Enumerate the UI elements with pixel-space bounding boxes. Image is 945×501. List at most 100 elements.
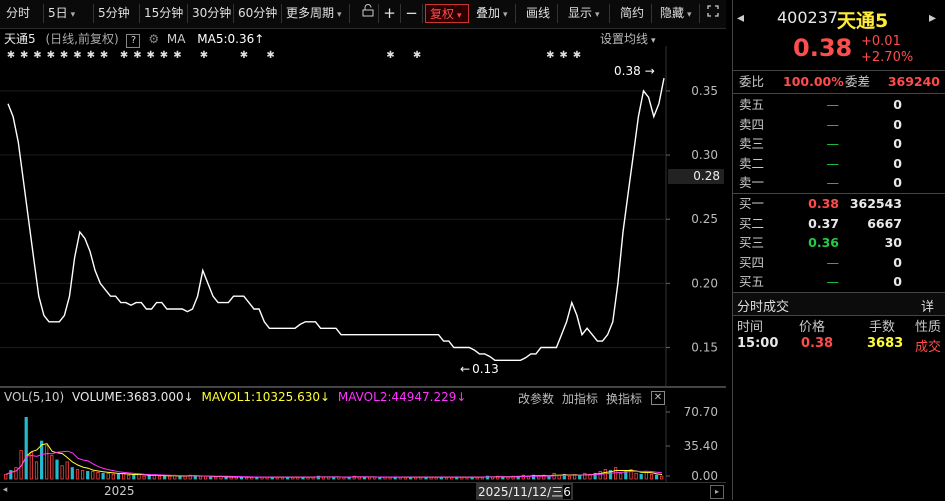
volume-bar	[75, 469, 80, 480]
bid-row[interactable]: 买四 — 0	[733, 253, 945, 273]
draw-line-button[interactable]: 画线	[522, 4, 558, 23]
volume-bar	[660, 475, 664, 480]
settings-gear-icon[interactable]: ⚙	[148, 32, 159, 46]
ask-row[interactable]: 卖五 — 0	[733, 95, 945, 115]
scroll-left-icon[interactable]: ◂	[0, 485, 10, 495]
tab-30min[interactable]: 30分钟	[188, 4, 234, 23]
zoom-out-icon[interactable]: −	[401, 4, 423, 23]
volume-bar	[583, 472, 587, 480]
zoom-in-icon[interactable]: +	[379, 4, 401, 23]
fullscreen-icon[interactable]	[703, 4, 723, 23]
tab-more-periods[interactable]: 更多周期 ▾	[282, 4, 350, 23]
xaxis-year-label: 2025	[104, 484, 135, 498]
ma5-arrow: ↑	[254, 32, 265, 46]
ask-volume: 0	[893, 175, 902, 191]
unlock-icon[interactable]	[357, 4, 379, 23]
volume-bar	[55, 459, 59, 480]
bid-row[interactable]: 买二 0.37 6667	[733, 214, 945, 234]
tab-15min[interactable]: 15分钟	[140, 4, 188, 23]
volume-bar	[198, 475, 203, 480]
volume-bar	[567, 475, 572, 480]
bid-volume: 0	[893, 274, 902, 290]
volume-bar	[65, 461, 69, 480]
ask-volume: 0	[893, 116, 902, 132]
volume-plot[interactable]: 70.70 35.40 0.00	[0, 406, 726, 482]
scroll-right-icon[interactable]: ▸	[710, 485, 724, 499]
ask-row[interactable]: 卖一 — 0	[733, 173, 945, 193]
volume-bar	[521, 474, 525, 480]
volume-arrow: ↓	[183, 390, 194, 404]
bid-price: 0.37	[808, 215, 839, 231]
event-marker: ✱	[386, 50, 394, 61]
volume-bar	[132, 474, 136, 480]
price-plot[interactable]: ✱ ✱ ✱ ✱ ✱ ✱ ✱ ✱ ✱ ✱ ✱ ✱ ✱ ✱ ✱ ✱ ✱ ✱ ✱ ✱ ✱ 0.350.300.250.200.…	[0, 46, 726, 386]
event-markers: ✱ ✱ ✱ ✱ ✱ ✱ ✱ ✱ ✱ ✱ ✱ ✱ ✱ ✱ ✱ ✱ ✱ ✱ ✱ ✱ ✱	[7, 50, 581, 61]
ask-row[interactable]: 卖二 — 0	[733, 154, 945, 174]
next-stock-icon[interactable]: ▸	[929, 10, 936, 26]
weibi-row: 委比 100.00% 委差 369240	[733, 72, 945, 92]
crosshair-date-suffix: 6	[563, 485, 571, 499]
volume-bar	[649, 473, 654, 480]
event-marker: ✱	[47, 50, 55, 61]
bid-row[interactable]: 买三 0.36 30	[733, 233, 945, 253]
volume-bar	[183, 475, 187, 480]
bid-row[interactable]: 买一 0.38 362543	[733, 194, 945, 214]
event-marker: ✱	[133, 50, 141, 61]
ask-row[interactable]: 卖三 — 0	[733, 134, 945, 154]
arrow-left-icon: ←	[460, 362, 471, 376]
volume-bar	[162, 475, 167, 480]
event-marker: ✱	[60, 50, 68, 61]
tab-60min[interactable]: 60分钟	[234, 4, 282, 23]
volume-bar	[214, 476, 218, 480]
vol-ytick-label: 0.00	[691, 469, 718, 482]
bid-volume: 362543	[849, 196, 902, 211]
hide-button[interactable]: 隐藏 ▾	[656, 4, 700, 23]
price-change-pct: +2.70%	[861, 50, 914, 65]
detail-button[interactable]: 详	[921, 296, 934, 315]
volume-bar	[639, 473, 643, 480]
volume-bar	[152, 474, 156, 480]
ma-settings-link[interactable]: 设置均线 ▾	[600, 30, 656, 47]
ytick-label: 0.35	[691, 84, 718, 98]
bid-label: 买二	[739, 215, 765, 231]
price-grid	[0, 90, 666, 349]
bid-row[interactable]: 买五 — 0	[733, 272, 945, 292]
volume-bar	[86, 471, 90, 480]
volume-bar	[101, 472, 105, 480]
tab-fenshi[interactable]: 分时	[2, 4, 44, 23]
time-axis: ◂ 2025 2025/11/12/三6 ▸	[0, 482, 726, 501]
more-periods-label: 更多周期	[286, 6, 335, 20]
trades-header-bar: 分时成交 详	[733, 292, 945, 316]
volume-bar	[203, 475, 208, 480]
price-change: +0.01	[861, 34, 901, 49]
volume-bar	[547, 475, 551, 480]
overlay-button[interactable]: 叠加 ▾	[472, 4, 516, 23]
change-params-button[interactable]: 改参数	[518, 390, 554, 407]
volume-bar	[40, 440, 44, 480]
fuquan-button[interactable]: 复权 ▾	[425, 4, 469, 23]
volume-bar	[142, 475, 146, 480]
ask-row[interactable]: 卖四 — 0	[733, 115, 945, 135]
volume-bar	[619, 472, 623, 480]
chevron-down-icon: ▾	[503, 10, 508, 20]
display-button[interactable]: 显示 ▾	[564, 4, 610, 23]
event-marker: ✱	[120, 50, 128, 61]
high-annotation-value: 0.38	[614, 64, 641, 78]
swap-indicator-button[interactable]: 换指标	[606, 390, 642, 407]
simple-button[interactable]: 简约	[616, 4, 652, 23]
add-indicator-button[interactable]: 加指标	[562, 390, 598, 407]
volume-bar	[127, 474, 131, 480]
volume-yaxis: 70.70 35.40 0.00	[666, 406, 718, 482]
event-marker: ✱	[240, 50, 248, 61]
crosshair-date: 2025/11/12/三	[478, 485, 564, 499]
volume-bar	[193, 475, 197, 480]
close-icon[interactable]: ✕	[651, 391, 665, 405]
chevron-down-icon: ▾	[70, 10, 76, 20]
prev-stock-icon[interactable]: ◂	[737, 10, 744, 26]
tab-5day[interactable]: 5日 ▾	[44, 4, 94, 23]
tab-5day-label: 5日	[48, 6, 68, 20]
volume-bar	[655, 474, 659, 480]
volume-bar	[70, 467, 74, 480]
tab-5min[interactable]: 5分钟	[94, 4, 140, 23]
ma5-value: MA5:0.36	[197, 32, 255, 46]
